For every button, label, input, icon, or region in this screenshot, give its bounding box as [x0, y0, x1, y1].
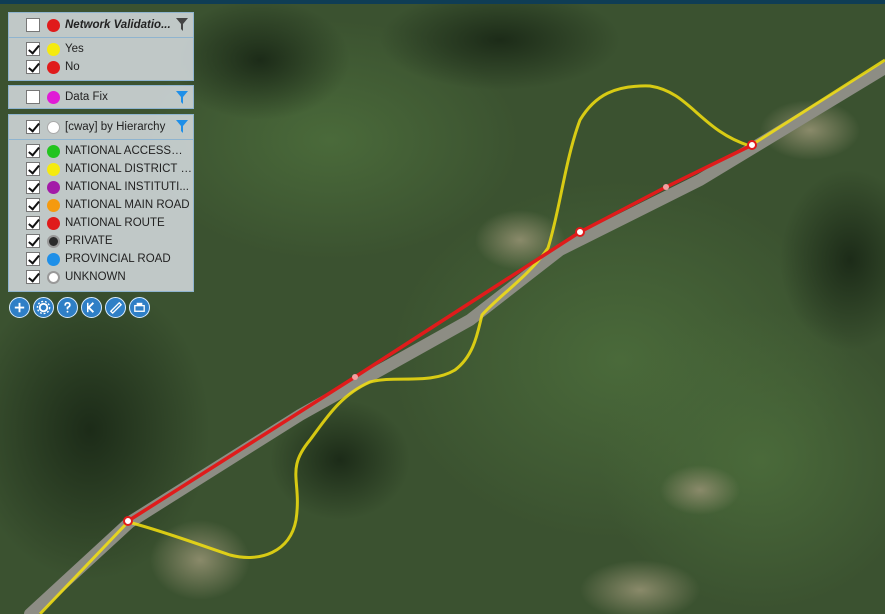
hierarchy-item-checkbox[interactable] [26, 216, 40, 230]
validation-layer-dot [47, 18, 60, 32]
validation-item-label: No [65, 61, 80, 73]
validation-item-checkbox[interactable] [26, 60, 40, 74]
hierarchy-item[interactable]: NATIONAL ACCESSWAY [9, 142, 193, 160]
add-icon[interactable] [9, 297, 30, 318]
hierarchy-item-checkbox[interactable] [26, 234, 40, 248]
validation-item[interactable]: No [9, 58, 193, 76]
hierarchy-item-checkbox[interactable] [26, 180, 40, 194]
settings-icon[interactable] [33, 297, 54, 318]
hierarchy-item[interactable]: NATIONAL ROUTE [9, 214, 193, 232]
validation-layer-checkbox[interactable] [26, 18, 40, 32]
hierarchy-item-dot [47, 144, 60, 158]
validation-item-dot [47, 42, 60, 56]
hierarchy-layer-title: [cway] by Hierarchy [65, 121, 166, 133]
validation-layer-title: Network Validatio... [65, 19, 171, 31]
hierarchy-item-dot [47, 180, 60, 194]
hierarchy-item-label: NATIONAL MAIN ROAD [65, 199, 190, 211]
hierarchy-item-dot [47, 216, 60, 230]
hierarchy-item-label: NATIONAL INSTITUTI... [65, 181, 189, 193]
top-strip [0, 0, 885, 4]
route-vertex[interactable] [663, 184, 669, 190]
hierarchy-item[interactable]: NATIONAL MAIN ROAD [9, 196, 193, 214]
datafix-layer-checkbox[interactable] [26, 90, 40, 104]
hierarchy-item-checkbox[interactable] [26, 162, 40, 176]
hierarchy-item-dot [47, 162, 60, 176]
hierarchy-item-dot [47, 198, 60, 212]
validation-item-dot [47, 60, 60, 74]
hierarchy-item[interactable]: PROVINCIAL ROAD [9, 250, 193, 268]
map-toolbar [9, 297, 150, 318]
route-vertex[interactable] [123, 516, 133, 526]
validation-item-label: Yes [65, 43, 84, 55]
datafix-layer-panel: Data Fix [8, 85, 194, 109]
hierarchy-item-label: PRIVATE [65, 235, 113, 247]
filter-icon[interactable] [176, 120, 188, 133]
datafix-layer-title: Data Fix [65, 91, 108, 103]
validation-layer-panel: Network Validatio... Yes No [8, 12, 194, 81]
back-icon[interactable] [81, 297, 102, 318]
validation-items: Yes No [9, 38, 193, 78]
filter-icon[interactable] [176, 18, 188, 31]
hierarchy-item-checkbox[interactable] [26, 252, 40, 266]
hierarchy-item-label: NATIONAL ROUTE [65, 217, 165, 229]
hierarchy-item-label: UNKNOWN [65, 271, 126, 283]
hierarchy-item-checkbox[interactable] [26, 198, 40, 212]
hierarchy-item-dot [47, 234, 60, 248]
hierarchy-item[interactable]: NATIONAL INSTITUTI... [9, 178, 193, 196]
datafix-layer-dot [47, 90, 60, 104]
hierarchy-item[interactable]: UNKNOWN [9, 268, 193, 286]
route-vertex[interactable] [575, 227, 585, 237]
datafix-layer-header[interactable]: Data Fix [9, 86, 193, 108]
validation-item-checkbox[interactable] [26, 42, 40, 56]
validation-layer-header[interactable]: Network Validatio... [9, 13, 193, 38]
filter-icon[interactable] [176, 91, 188, 104]
hierarchy-item-label: NATIONAL DISTRICT R... [65, 163, 193, 175]
hierarchy-item-label: PROVINCIAL ROAD [65, 253, 171, 265]
hierarchy-layer-panel: [cway] by Hierarchy NATIONAL ACCESSWAY NA… [8, 114, 194, 292]
hierarchy-item[interactable]: PRIVATE [9, 232, 193, 250]
hierarchy-layer-checkbox[interactable] [26, 120, 40, 134]
hierarchy-item-checkbox[interactable] [26, 144, 40, 158]
help-icon[interactable] [57, 297, 78, 318]
print-icon[interactable] [129, 297, 150, 318]
hierarchy-item-checkbox[interactable] [26, 270, 40, 284]
hierarchy-layer-header[interactable]: [cway] by Hierarchy [9, 115, 193, 140]
hierarchy-item-label: NATIONAL ACCESSWAY [65, 145, 193, 157]
hierarchy-items: NATIONAL ACCESSWAY NATIONAL DISTRICT R...… [9, 140, 193, 288]
hierarchy-layer-dot [47, 120, 60, 134]
hierarchy-item[interactable]: NATIONAL DISTRICT R... [9, 160, 193, 178]
hierarchy-item-dot [47, 270, 60, 284]
validation-item[interactable]: Yes [9, 40, 193, 58]
route-vertex[interactable] [352, 374, 358, 380]
route-vertex[interactable] [747, 140, 757, 150]
ruler-icon[interactable] [105, 297, 126, 318]
hierarchy-item-dot [47, 252, 60, 266]
